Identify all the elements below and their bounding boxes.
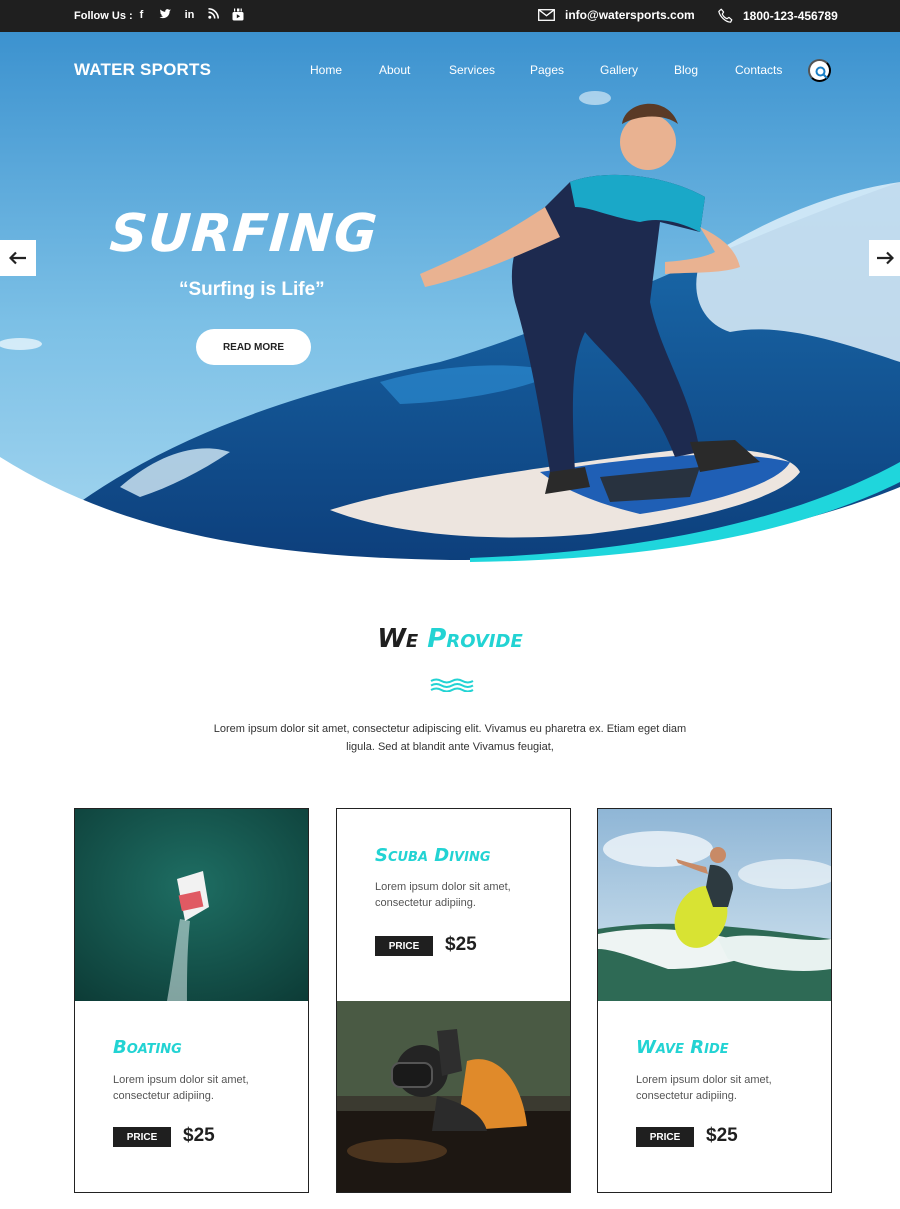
twitter-icon[interactable] — [159, 8, 172, 22]
wave-divider-icon — [430, 678, 474, 692]
hero-background-image — [0, 32, 900, 562]
nav-services[interactable]: Services — [449, 63, 530, 77]
youtube-icon[interactable] — [231, 8, 244, 22]
follow-us-label: Follow Us : — [74, 10, 133, 22]
slider-prev-button[interactable] — [0, 240, 36, 276]
search-icon — [815, 66, 828, 79]
service-card-boating[interactable]: Boating Lorem ipsum dolor sit amet, cons… — [74, 808, 309, 1193]
hero-slider: WATER SPORTS Home About Services Pages G… — [0, 32, 900, 562]
nav-blog[interactable]: Blog — [674, 63, 735, 77]
hero-title: SURFING — [107, 204, 380, 264]
card-title: Scuba Diving — [375, 845, 491, 866]
arrow-right-icon — [876, 251, 894, 265]
top-bar: Follow Us : f in info@watersports.com 18… — [0, 0, 900, 32]
card-description: Lorem ipsum dolor sit amet, consectetur … — [113, 1074, 249, 1102]
service-card-wave-ride[interactable]: Wave Ride Lorem ipsum dolor sit amet, co… — [597, 808, 832, 1193]
card-description: Lorem ipsum dolor sit amet, consectetur … — [636, 1074, 772, 1102]
card-title: Wave Ride — [636, 1037, 729, 1058]
nav-pages[interactable]: Pages — [530, 63, 600, 77]
arrow-left-icon — [9, 251, 26, 265]
nav-contacts[interactable]: Contacts — [735, 63, 782, 77]
search-button[interactable] — [808, 59, 831, 82]
facebook-icon[interactable]: f — [135, 8, 148, 22]
section-title-part1: We — [377, 624, 419, 654]
rss-icon[interactable] — [207, 8, 220, 22]
phone-contact[interactable]: 1800-123-456789 — [718, 8, 838, 24]
section-title: We Provide — [0, 624, 900, 654]
phone-icon — [718, 8, 733, 23]
slider-next-button[interactable] — [869, 240, 900, 276]
card-title: Boating — [113, 1037, 182, 1058]
envelope-icon — [538, 9, 555, 21]
nav-about[interactable]: About — [379, 63, 449, 77]
price-value: $25 — [183, 1125, 215, 1146]
price-label: PRICE — [636, 1127, 694, 1147]
scuba-diving-image — [337, 1001, 570, 1192]
section-title-part2: Provide — [427, 624, 523, 654]
price-value: $25 — [706, 1125, 738, 1146]
email-text[interactable]: info@watersports.com — [565, 8, 695, 22]
main-nav: Home About Services Pages Gallery Blog C… — [310, 63, 782, 77]
card-description: Lorem ipsum dolor sit amet, consectetur … — [375, 881, 511, 909]
brand-logo[interactable]: WATER SPORTS — [74, 60, 211, 80]
price-label: PRICE — [113, 1127, 171, 1147]
linkedin-icon[interactable]: in — [183, 8, 196, 22]
social-links: f in — [135, 8, 244, 22]
read-more-button[interactable]: READ MORE — [196, 329, 311, 365]
phone-text[interactable]: 1800-123-456789 — [743, 9, 838, 23]
section-intro: Lorem ipsum dolor sit amet, consectetur … — [213, 723, 687, 753]
service-card-scuba-diving[interactable]: Scuba Diving Lorem ipsum dolor sit amet,… — [336, 808, 571, 1193]
price-value: $25 — [445, 934, 477, 955]
hero-subtitle: “Surfing is Life” — [179, 279, 325, 300]
nav-gallery[interactable]: Gallery — [600, 63, 674, 77]
email-contact[interactable]: info@watersports.com — [538, 8, 695, 22]
boating-image — [75, 809, 308, 1001]
nav-home[interactable]: Home — [310, 63, 379, 77]
price-label: PRICE — [375, 936, 433, 956]
wave-ride-image — [598, 809, 831, 1001]
